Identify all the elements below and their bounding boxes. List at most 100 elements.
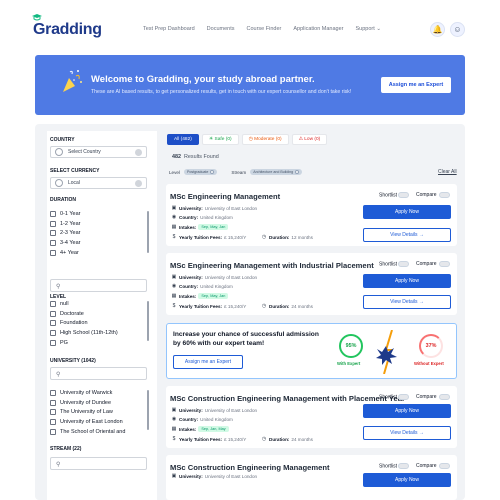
toggle-switch[interactable] xyxy=(438,394,450,400)
nav-support[interactable]: Support ⌄ xyxy=(356,26,381,32)
level-option[interactable]: Doctorate xyxy=(50,309,147,319)
compare-label: Compare xyxy=(416,192,437,198)
nav-test-prep[interactable]: Test Prep Dashboard xyxy=(143,26,195,32)
compare-toggle[interactable]: Compare xyxy=(416,463,450,469)
course-title[interactable]: MSc Construction Engineering Management xyxy=(170,463,329,472)
tab-all[interactable]: All (482) xyxy=(167,134,199,145)
compare-toggle[interactable]: Compare xyxy=(416,394,450,400)
compare-toggle[interactable]: Compare xyxy=(416,192,450,198)
stream-filter-chip[interactable]: Architecture and Building xyxy=(250,169,303,175)
apply-now-button[interactable]: Apply Now xyxy=(363,205,451,219)
tab-safe[interactable]: ☀︎ Safe (0) xyxy=(201,134,239,145)
course-title[interactable]: MSc Construction Engineering Management … xyxy=(170,394,405,403)
apply-now-button[interactable]: Apply Now xyxy=(363,274,451,288)
view-details-button[interactable]: View Details → xyxy=(363,426,451,440)
row-label: Country: xyxy=(179,416,199,422)
toggle-switch[interactable] xyxy=(438,463,450,469)
toggle-switch[interactable] xyxy=(398,463,410,469)
duration-scrollbar[interactable] xyxy=(147,211,149,253)
view-details-button[interactable]: View Details → xyxy=(363,295,451,309)
duration-row: ◷ Duration: 24 months xyxy=(261,436,313,442)
duration-option[interactable]: 4+ Year xyxy=(50,248,147,257)
checkbox[interactable] xyxy=(50,220,56,227)
country-select[interactable]: Select Country xyxy=(50,146,147,158)
university-search-input[interactable]: ⚲ xyxy=(50,367,147,380)
university-scrollbar[interactable] xyxy=(147,390,149,430)
remove-chip-icon[interactable] xyxy=(210,170,215,174)
university-option[interactable]: University of Warwick xyxy=(50,388,147,398)
compare-toggle[interactable]: Compare xyxy=(416,261,450,267)
duration-option[interactable]: 0-1 Year xyxy=(50,209,147,219)
level-option[interactable]: null xyxy=(50,299,147,309)
row-label: Yearly Tuition Fees: xyxy=(179,436,223,442)
toggle-switch[interactable] xyxy=(398,261,410,267)
profile-button[interactable]: ☺ xyxy=(450,22,465,37)
shortlist-toggle[interactable]: Shortlist xyxy=(379,192,410,198)
promo-assign-expert-button[interactable]: Assign me an Expert xyxy=(173,355,243,369)
university-option[interactable]: The School of Oriental and xyxy=(50,427,147,437)
level-filter-label: Level xyxy=(169,169,180,175)
checkbox[interactable] xyxy=(50,300,56,307)
remove-chip-icon[interactable] xyxy=(295,170,300,174)
checkbox[interactable] xyxy=(50,340,56,347)
level-scrollbar[interactable] xyxy=(147,301,149,341)
tab-low[interactable]: ⚠︎ Low (0) xyxy=(291,134,328,145)
checkbox[interactable] xyxy=(50,399,56,406)
shortlist-toggle[interactable]: Shortlist xyxy=(379,394,410,400)
checkbox[interactable] xyxy=(50,419,56,426)
toggle-switch[interactable] xyxy=(398,394,410,400)
fees-row: $ Yearly Tuition Fees: £ 15,240/Y xyxy=(171,234,247,240)
shortlist-toggle[interactable]: Shortlist xyxy=(379,463,410,469)
compare-label: Compare xyxy=(416,261,437,267)
shortlist-toggle[interactable]: Shortlist xyxy=(379,261,410,267)
checkbox[interactable] xyxy=(50,389,56,396)
checkbox[interactable] xyxy=(50,429,56,436)
checkbox[interactable] xyxy=(50,310,56,317)
checkbox[interactable] xyxy=(50,210,56,217)
checkbox[interactable] xyxy=(50,240,56,247)
apply-now-button[interactable]: Apply Now xyxy=(363,404,451,418)
tab-moderate[interactable]: ◷ Moderate (0) xyxy=(241,134,289,145)
university-icon: ▣ xyxy=(171,473,177,479)
nav-course-finder[interactable]: Course Finder xyxy=(247,26,282,32)
assign-expert-button[interactable]: Assign me an Expert xyxy=(381,77,451,93)
compare-label: Compare xyxy=(416,463,437,469)
stream-search-input[interactable]: ⚲ xyxy=(50,457,147,470)
toggle-switch[interactable] xyxy=(398,192,410,198)
checkbox[interactable] xyxy=(50,250,56,257)
checkbox[interactable] xyxy=(50,320,56,327)
clear-all-link[interactable]: Clear All xyxy=(438,169,457,175)
checkbox[interactable] xyxy=(50,330,56,337)
toggle-switch[interactable] xyxy=(438,192,450,198)
course-title[interactable]: MSc Engineering Management xyxy=(170,192,280,201)
level-filter-chip[interactable]: Postgraduate xyxy=(183,169,218,175)
clear-icon xyxy=(135,180,142,187)
checkbox[interactable] xyxy=(50,230,56,237)
level-option[interactable]: PG xyxy=(50,338,147,348)
notifications-button[interactable]: 🔔 xyxy=(430,22,445,37)
bell-icon: 🔔 xyxy=(432,25,443,34)
checkbox[interactable] xyxy=(50,409,56,416)
level-option[interactable]: High School (11th-12th) xyxy=(50,328,147,338)
currency-select[interactable]: Local xyxy=(50,177,147,189)
nav-documents[interactable]: Documents xyxy=(207,26,235,32)
row-label: University: xyxy=(179,274,203,280)
duration-option[interactable]: 2-3 Year xyxy=(50,229,147,239)
apply-now-button[interactable]: Apply Now xyxy=(363,473,451,487)
duration-option[interactable]: 3-4 Year xyxy=(50,238,147,248)
brand-logo[interactable]: Gradding xyxy=(32,14,102,40)
university-option[interactable]: The University of Law xyxy=(50,408,147,418)
nav-application-manager[interactable]: Application Manager xyxy=(293,26,343,32)
brand-name: Gradding xyxy=(33,21,102,38)
level-option[interactable]: Foundation xyxy=(50,319,147,329)
course-title[interactable]: MSc Engineering Management with Industri… xyxy=(170,261,374,270)
banner-subtitle: These are AI based results, to get perso… xyxy=(91,89,352,95)
toggle-switch[interactable] xyxy=(438,261,450,267)
top-navbar: Gradding Test Prep Dashboard Documents C… xyxy=(0,0,500,44)
university-option[interactable]: University of Dundee xyxy=(50,398,147,408)
university-option[interactable]: University of East London xyxy=(50,417,147,427)
duration-option[interactable]: 1-2 Year xyxy=(50,219,147,229)
stream-heading: STREAM (22) xyxy=(50,446,82,452)
level-search-input[interactable]: ⚲ xyxy=(50,279,147,292)
view-details-button[interactable]: View Details → xyxy=(363,228,451,242)
